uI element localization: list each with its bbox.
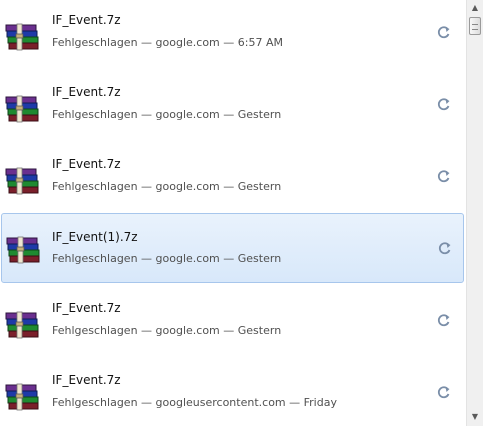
download-filename: IF_Event.7z (52, 373, 121, 387)
retry-icon[interactable] (436, 312, 452, 328)
winrar-archive-icon (5, 21, 39, 51)
winrar-archive-icon (5, 165, 39, 195)
retry-icon[interactable] (436, 384, 452, 400)
winrar-archive-icon (5, 381, 39, 411)
winrar-archive-icon (5, 309, 39, 339)
retry-icon[interactable] (436, 24, 452, 40)
download-status: Fehlgeschlagen — google.com — Gestern (52, 252, 282, 265)
download-status: Fehlgeschlagen — google.com — Gestern (52, 324, 282, 337)
download-filename: IF_Event.7z (52, 85, 121, 99)
download-filename: IF_Event.7z (52, 157, 121, 171)
vertical-scrollbar[interactable]: ▲ ▼ (466, 0, 483, 426)
download-status: Fehlgeschlagen — googleusercontent.com —… (52, 396, 337, 409)
download-item[interactable]: IF_Event.7z Fehlgeschlagen — google.com … (0, 144, 464, 214)
download-item[interactable]: IF_Event.7z Fehlgeschlagen — google.com … (0, 72, 464, 142)
download-item[interactable]: IF_Event.7z Fehlgeschlagen — googleuserc… (0, 360, 464, 426)
retry-icon[interactable] (437, 240, 453, 256)
downloads-window: IF_Event.7z Fehlgeschlagen — google.com … (0, 0, 485, 426)
retry-icon[interactable] (436, 96, 452, 112)
scroll-thumb[interactable] (469, 17, 481, 35)
download-status: Fehlgeschlagen — google.com — Gestern (52, 108, 282, 121)
download-filename: IF_Event(1).7z (52, 230, 138, 244)
download-item-selected[interactable]: IF_Event(1).7z Fehlgeschlagen — google.c… (1, 213, 464, 283)
winrar-archive-icon (6, 234, 40, 264)
scroll-down-arrow-icon[interactable]: ▼ (467, 409, 483, 425)
scroll-up-arrow-icon[interactable]: ▲ (467, 0, 483, 16)
download-filename: IF_Event.7z (52, 301, 121, 315)
download-item[interactable]: IF_Event.7z Fehlgeschlagen — google.com … (0, 0, 464, 70)
download-status: Fehlgeschlagen — google.com — Gestern (52, 180, 282, 193)
download-item[interactable]: IF_Event.7z Fehlgeschlagen — google.com … (0, 288, 464, 358)
retry-icon[interactable] (436, 168, 452, 184)
download-filename: IF_Event.7z (52, 13, 121, 27)
downloads-list: IF_Event.7z Fehlgeschlagen — google.com … (0, 0, 466, 426)
download-status: Fehlgeschlagen — google.com — 6:57 AM (52, 36, 283, 49)
winrar-archive-icon (5, 93, 39, 123)
